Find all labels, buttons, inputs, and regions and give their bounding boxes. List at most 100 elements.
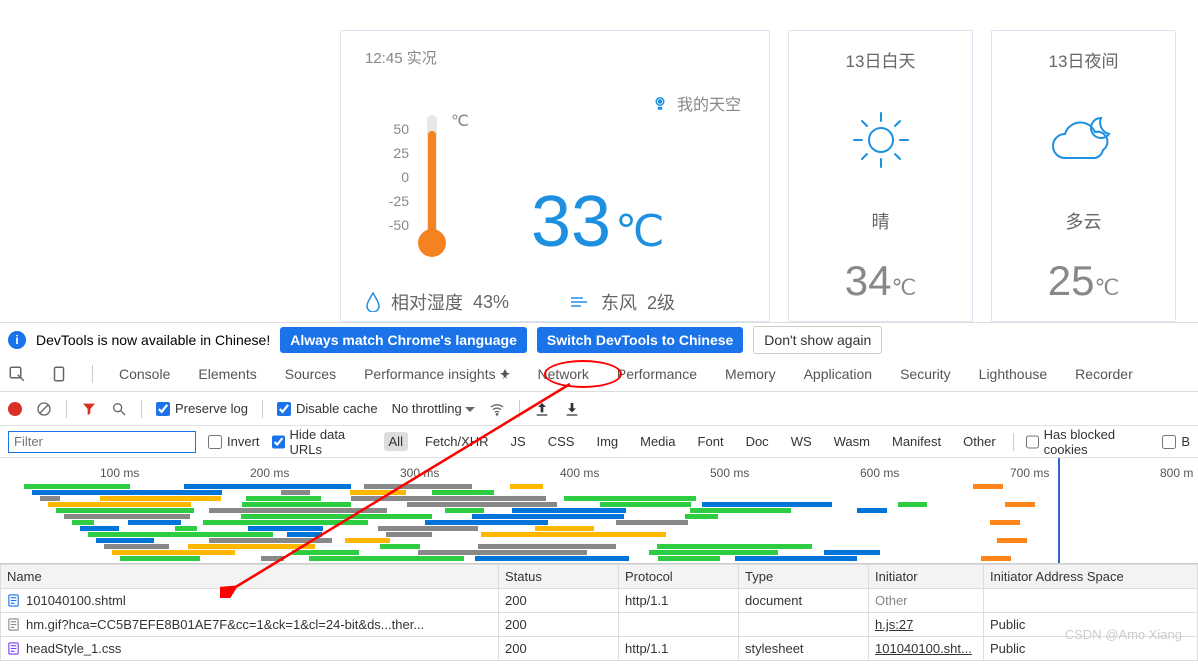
dont-show-again-button[interactable]: Don't show again: [753, 326, 882, 354]
invert-checkbox[interactable]: Invert: [208, 434, 260, 449]
humidity-group: 相对湿度 43%: [365, 289, 509, 315]
pill-all[interactable]: All: [384, 432, 408, 451]
col-type[interactable]: Type: [739, 565, 869, 589]
table-row[interactable]: hm.gif?hca=CC5B7EFE8B01AE7F&cc=1&ck=1&cl…: [1, 613, 1198, 637]
waterfall-overview[interactable]: 100 ms 200 ms 300 ms 400 ms 500 ms 600 m…: [0, 458, 1198, 564]
tab-performance-insights[interactable]: Performance insights: [362, 362, 511, 386]
tab-sources[interactable]: Sources: [283, 362, 338, 386]
divider: [141, 400, 142, 418]
pill-other[interactable]: Other: [958, 432, 1001, 451]
tab-application[interactable]: Application: [802, 362, 875, 386]
humidity-value: 43%: [473, 292, 509, 313]
night-condition: 多云: [1066, 208, 1102, 234]
clear-icon[interactable]: [36, 401, 52, 417]
my-sky-row[interactable]: 我的天空: [651, 91, 741, 115]
wind-icon: [569, 294, 591, 310]
pill-fetch-xhr[interactable]: Fetch/XHR: [420, 432, 494, 451]
wind-group: 东风 2级: [569, 289, 675, 315]
table-header-row: Name Status Protocol Type Initiator Init…: [1, 565, 1198, 589]
current-weather-card: 12:45 实况 我的天空 50 25 0 -25 -50 ℃ 33 ℃: [340, 30, 770, 322]
throttling-select[interactable]: No throttling: [392, 401, 476, 416]
bottom-row: 相对湿度 43% 东风 2级: [365, 289, 675, 315]
pill-doc[interactable]: Doc: [741, 432, 774, 451]
time-marker: 500 ms: [710, 466, 749, 480]
hide-data-urls-checkbox[interactable]: Hide data URLs: [272, 427, 372, 457]
record-button[interactable]: [8, 402, 22, 416]
always-match-button[interactable]: Always match Chrome's language: [280, 327, 527, 353]
time-label: 12:45 实况: [365, 47, 745, 68]
wifi-icon[interactable]: [489, 401, 505, 417]
file-icon: [7, 642, 20, 655]
upload-icon[interactable]: [534, 401, 550, 417]
pill-js[interactable]: JS: [506, 432, 531, 451]
night-title: 13日夜间: [1049, 47, 1119, 72]
tab-elements[interactable]: Elements: [196, 362, 258, 386]
tab-network[interactable]: Network: [536, 362, 591, 386]
time-marker: 400 ms: [560, 466, 599, 480]
day-temp: 34℃: [845, 257, 916, 305]
tab-lighthouse[interactable]: Lighthouse: [977, 362, 1050, 386]
weather-pane: 12:45 实况 我的天空 50 25 0 -25 -50 ℃ 33 ℃: [0, 0, 1198, 322]
col-name[interactable]: Name: [1, 565, 499, 589]
file-icon: [7, 618, 20, 631]
pill-img[interactable]: Img: [591, 432, 623, 451]
filter-row: Invert Hide data URLs All Fetch/XHR JS C…: [0, 426, 1198, 458]
time-marker: 200 ms: [250, 466, 289, 480]
cloud-moon-icon: [1047, 110, 1121, 170]
table-row[interactable]: 101040100.shtml200http/1.1documentOther: [1, 589, 1198, 613]
filter-icon[interactable]: [81, 401, 97, 417]
tab-console[interactable]: Console: [117, 362, 172, 386]
chevron-down-icon: [465, 407, 475, 413]
time-marker: 700 ms: [1010, 466, 1049, 480]
tab-security[interactable]: Security: [898, 362, 953, 386]
last-checkbox[interactable]: B: [1162, 434, 1190, 449]
col-address-space[interactable]: Initiator Address Space: [984, 565, 1198, 589]
celsius-symbol: ℃: [451, 111, 469, 131]
table-row[interactable]: headStyle_1.css200http/1.1stylesheet1010…: [1, 637, 1198, 661]
tab-recorder[interactable]: Recorder: [1073, 362, 1135, 386]
download-icon[interactable]: [564, 401, 580, 417]
file-icon: [7, 594, 20, 607]
wind-level: 2级: [647, 289, 675, 315]
device-icon[interactable]: [50, 365, 68, 383]
filter-input[interactable]: [8, 431, 196, 453]
pill-font[interactable]: Font: [693, 432, 729, 451]
wind-label: 东风: [601, 289, 637, 315]
col-protocol[interactable]: Protocol: [619, 565, 739, 589]
blocked-cookies-checkbox[interactable]: Has blocked cookies: [1026, 427, 1151, 457]
pill-wasm[interactable]: Wasm: [829, 432, 875, 451]
time-marker: 100 ms: [100, 466, 139, 480]
time-marker: 600 ms: [860, 466, 899, 480]
day-title: 13日白天: [846, 47, 916, 72]
night-temp: 25℃: [1048, 257, 1119, 305]
pill-css[interactable]: CSS: [543, 432, 580, 451]
thermometer-block: 50 25 0 -25 -50 ℃: [371, 101, 551, 281]
pill-ws[interactable]: WS: [786, 432, 817, 451]
thermometer-icon: [417, 111, 447, 261]
disable-cache-checkbox[interactable]: Disable cache: [277, 401, 378, 416]
night-forecast-card: 13日夜间 多云 25℃: [991, 30, 1176, 322]
pill-manifest[interactable]: Manifest: [887, 432, 946, 451]
day-condition: 晴: [872, 208, 890, 234]
info-icon: i: [8, 331, 26, 349]
switch-to-chinese-button[interactable]: Switch DevTools to Chinese: [537, 327, 743, 353]
pill-media[interactable]: Media: [635, 432, 680, 451]
devtools-tabs: Console Elements Sources Performance ins…: [0, 356, 1198, 392]
search-icon[interactable]: [111, 401, 127, 417]
droplet-icon: [365, 292, 381, 312]
inspect-icon[interactable]: [8, 365, 26, 383]
col-initiator[interactable]: Initiator: [869, 565, 984, 589]
weather-cards: 12:45 实况 我的天空 50 25 0 -25 -50 ℃ 33 ℃: [340, 30, 1198, 322]
network-toolbar: Preserve log Disable cache No throttling: [0, 392, 1198, 426]
tab-performance[interactable]: Performance: [615, 362, 699, 386]
network-table: Name Status Protocol Type Initiator Init…: [0, 564, 1198, 661]
left-blank: [0, 0, 335, 322]
col-status[interactable]: Status: [499, 565, 619, 589]
sun-icon: [846, 105, 916, 175]
preserve-log-checkbox[interactable]: Preserve log: [156, 401, 248, 416]
big-temperature: 33 ℃: [531, 181, 665, 263]
divider: [519, 400, 520, 418]
waterfall-bars: [4, 484, 1194, 559]
humidity-label: 相对湿度: [391, 289, 463, 315]
tab-memory[interactable]: Memory: [723, 362, 778, 386]
